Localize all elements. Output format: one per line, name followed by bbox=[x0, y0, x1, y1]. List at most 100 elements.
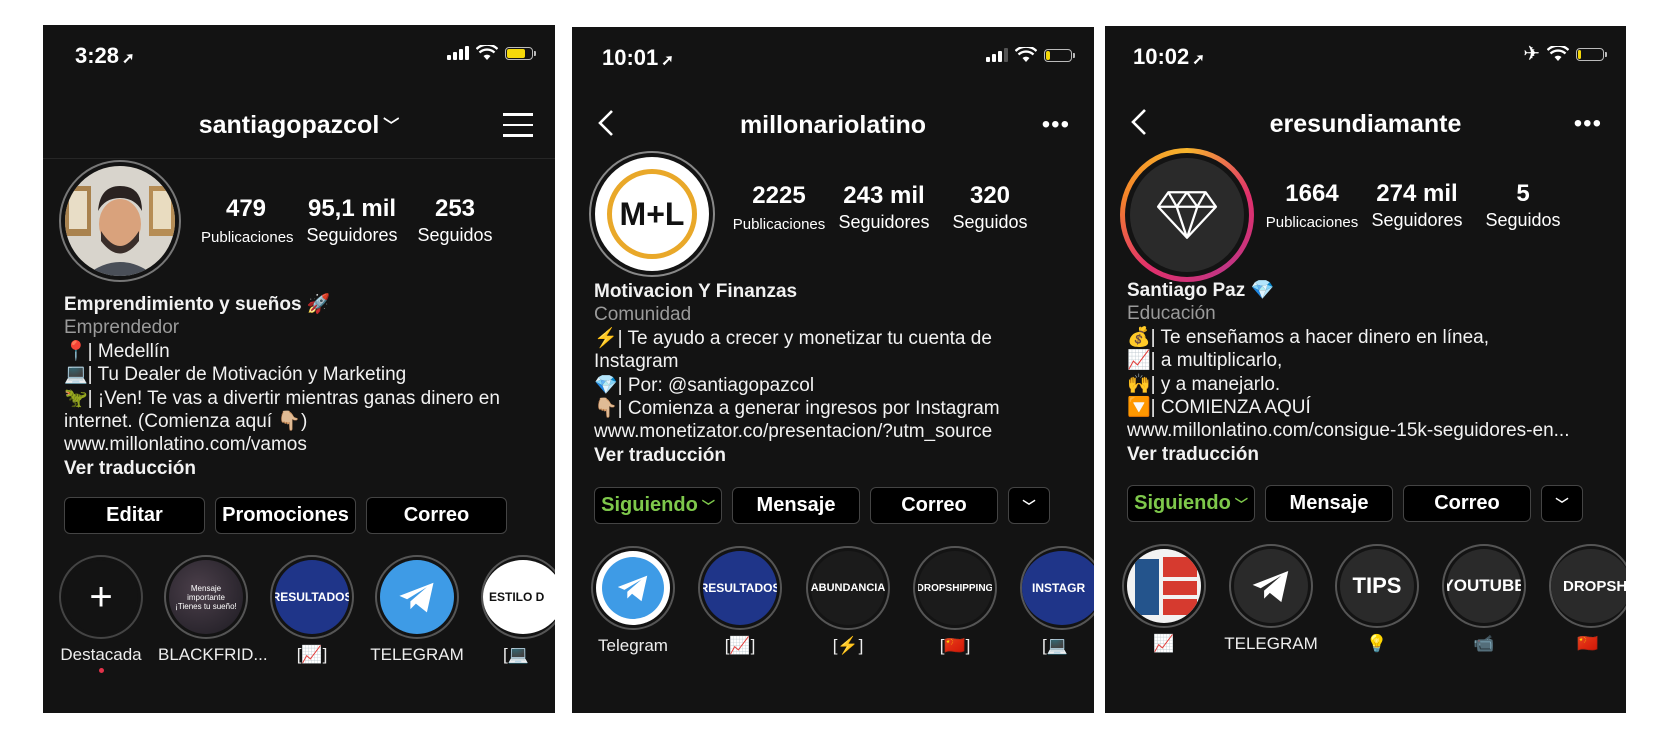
book-cover-icon bbox=[1127, 549, 1201, 623]
bio-line: 👇🏼| Comienza a generar ingresos por Inst… bbox=[594, 398, 1000, 420]
profile-category: Educación bbox=[1127, 303, 1216, 325]
stat-following[interactable]: 253 Seguidos bbox=[407, 195, 503, 246]
stat-posts[interactable]: 1664 Publicaciones bbox=[1263, 180, 1361, 231]
battery-icon bbox=[505, 46, 536, 60]
highlight-label: [💻 bbox=[1042, 636, 1068, 655]
new-indicator-dot bbox=[98, 668, 104, 673]
highlight-cover: DROPSHIPPING bbox=[918, 551, 992, 625]
highlight-abundancia[interactable]: ABUNDANCIA [⚡] bbox=[800, 546, 896, 656]
status-time: 10:02 bbox=[1133, 44, 1190, 69]
profile-screen-millonariolatino: 10:01 ➚ millonariolatino ••• M+L 2225 Publ… bbox=[572, 27, 1094, 713]
bio-line: ⚡| Te ayudo a crecer y monetizar tu cuen… bbox=[594, 327, 992, 349]
see-translation-link[interactable]: Ver traducción bbox=[1127, 443, 1619, 466]
bio-line: 📍| Medellín bbox=[64, 340, 170, 362]
email-button[interactable]: Correo bbox=[1403, 485, 1531, 522]
following-button[interactable]: Siguiendo ﹀ bbox=[594, 487, 722, 524]
username: millonariolatino bbox=[739, 111, 927, 139]
profile-name: Santiago Paz 💎 bbox=[1127, 280, 1275, 301]
hamburger-menu-icon[interactable] bbox=[503, 113, 533, 137]
highlight-label: [💻 bbox=[503, 645, 529, 664]
highlight-cover: DROPSHI bbox=[1551, 549, 1626, 623]
highlight-results[interactable]: 📈 bbox=[1116, 544, 1212, 654]
highlight-new[interactable]: + Destacada bbox=[53, 555, 149, 673]
stat-followers[interactable]: 274 mil Seguidores bbox=[1361, 180, 1473, 231]
status-bar: 10:01 ➚ bbox=[572, 27, 1094, 87]
chevron-down-icon: ﹀ bbox=[383, 118, 400, 135]
bio-link[interactable]: www.millonlatino.com/vamos bbox=[64, 433, 544, 456]
highlight-blackfriday[interactable]: Mensaje importante ¡Tienes tu sueño! BLA… bbox=[158, 555, 268, 665]
edit-profile-button[interactable]: Editar bbox=[64, 497, 205, 534]
profile-stats: 1664 Publicaciones 274 mil Seguidores 5 Seg… bbox=[1263, 180, 1573, 231]
telegram-icon bbox=[1234, 549, 1308, 623]
profile-avatar[interactable] bbox=[59, 160, 181, 282]
cellular-signal-icon bbox=[447, 46, 469, 60]
highlight-resultados[interactable]: RESULTADOS [📈] bbox=[692, 546, 788, 656]
location-arrow-icon: ➚ bbox=[122, 50, 135, 67]
highlight-cover: ESTILO D bbox=[483, 560, 555, 634]
profile-actions: Siguiendo ﹀ Mensaje Correo ﹀ bbox=[1127, 485, 1583, 522]
bio-line: 💰| Te enseñamos a hacer dinero en línea, bbox=[1127, 326, 1490, 348]
diamond-icon bbox=[1130, 158, 1244, 272]
highlight-cover: ABUNDANCIA bbox=[811, 551, 885, 625]
highlight-label: 📹 bbox=[1473, 634, 1495, 653]
account-switcher[interactable]: santiagopazcol ﹀ bbox=[43, 111, 555, 140]
following-button[interactable]: Siguiendo ﹀ bbox=[1127, 485, 1255, 522]
profile-avatar[interactable]: M+L bbox=[589, 151, 715, 277]
promotions-button[interactable]: Promociones bbox=[215, 497, 356, 534]
highlight-dropshipping[interactable]: DROPSHIPPING [🇨🇳] bbox=[907, 546, 1003, 656]
profile-header: eresundiamante ••• bbox=[1105, 94, 1626, 154]
status-time: 3:28 bbox=[75, 43, 120, 68]
highlight-label: [⚡] bbox=[832, 636, 864, 655]
stat-following[interactable]: 5 Seguidos bbox=[1473, 180, 1573, 231]
bio-link[interactable]: www.millonlatino.com/consigue-15k-seguid… bbox=[1127, 419, 1619, 442]
chevron-down-icon: ﹀ bbox=[1234, 497, 1248, 512]
suggestions-chevron-icon[interactable]: ﹀ bbox=[1541, 485, 1583, 522]
highlight-tips[interactable]: TIPS 💡 bbox=[1329, 544, 1425, 654]
profile-category: Comunidad bbox=[594, 304, 692, 326]
profile-bio: Motivacion Y Finanzas Comunidad ⚡| Te ay… bbox=[594, 280, 1084, 467]
highlight-telegram[interactable]: Telegram bbox=[585, 546, 681, 656]
profile-name: Motivacion Y Finanzas bbox=[594, 281, 798, 302]
highlight-label: TELEGRAM bbox=[370, 645, 464, 664]
location-arrow-icon: ➚ bbox=[1192, 51, 1205, 68]
profile-category: Emprendedor bbox=[64, 317, 180, 339]
bio-link[interactable]: www.monetizator.co/presentacion/?utm_sou… bbox=[594, 420, 1084, 443]
profile-avatar-story-ring[interactable] bbox=[1120, 148, 1254, 282]
highlight-label: TELEGRAM bbox=[1224, 634, 1318, 653]
profile-bio: Emprendimiento y sueños 🚀 Emprendedor 📍|… bbox=[64, 293, 544, 480]
highlight-estilo[interactable]: ESTILO D [💻 bbox=[475, 555, 555, 665]
status-time: 10:01 bbox=[602, 45, 659, 70]
bio-line: 🔽| COMIENZA AQUÍ bbox=[1127, 397, 1311, 419]
more-options-icon[interactable]: ••• bbox=[1574, 110, 1602, 138]
bio-line: internet. (Comienza aquí 👇🏼) bbox=[64, 411, 308, 433]
highlight-cover: RESULTADOS bbox=[275, 560, 349, 634]
highlight-label: [🇨🇳] bbox=[939, 636, 971, 655]
profile-stats: 2225 Publicaciones 243 mil Seguidores 320 S… bbox=[730, 182, 1040, 233]
profile-screen-santiagopazcol: 3:28 ➚ santiagopazcol ﹀ 479 Publicaciones 9… bbox=[43, 25, 555, 713]
plus-icon: + bbox=[64, 560, 138, 634]
message-button[interactable]: Mensaje bbox=[1265, 485, 1393, 522]
bio-line: 💎| Por: @santiagopazcol bbox=[594, 374, 815, 396]
stat-posts[interactable]: 479 Publicaciones bbox=[201, 195, 294, 246]
more-options-icon[interactable]: ••• bbox=[1042, 111, 1070, 139]
highlight-dropshipping[interactable]: DROPSHI 🇨🇳 bbox=[1543, 544, 1626, 654]
highlight-youtube[interactable]: YOUTUBE 📹 bbox=[1436, 544, 1532, 654]
battery-icon bbox=[1576, 47, 1607, 61]
email-button[interactable]: Correo bbox=[870, 487, 998, 524]
message-button[interactable]: Mensaje bbox=[732, 487, 860, 524]
highlight-telegram[interactable]: TELEGRAM bbox=[1223, 544, 1319, 654]
stat-followers[interactable]: 243 mil Seguidores bbox=[828, 182, 940, 233]
see-translation-link[interactable]: Ver traducción bbox=[594, 444, 1084, 467]
stat-followers[interactable]: 95,1 mil Seguidores bbox=[297, 195, 407, 246]
highlight-resultados[interactable]: RESULTADOS [📈] bbox=[264, 555, 360, 665]
profile-header: santiagopazcol ﹀ bbox=[43, 95, 555, 155]
suggestions-chevron-icon[interactable]: ﹀ bbox=[1008, 487, 1050, 524]
highlight-telegram[interactable]: TELEGRAM bbox=[369, 555, 465, 665]
profile-bio: Santiago Paz 💎 Educación 💰| Te enseñamos… bbox=[1127, 279, 1619, 466]
highlight-instagram[interactable]: INSTAGR [💻 bbox=[1014, 546, 1094, 656]
email-button[interactable]: Correo bbox=[366, 497, 507, 534]
cellular-signal-icon bbox=[986, 48, 1008, 62]
stat-posts[interactable]: 2225 Publicaciones bbox=[730, 182, 828, 233]
see-translation-link[interactable]: Ver traducción bbox=[64, 457, 544, 480]
stat-following[interactable]: 320 Seguidos bbox=[940, 182, 1040, 233]
